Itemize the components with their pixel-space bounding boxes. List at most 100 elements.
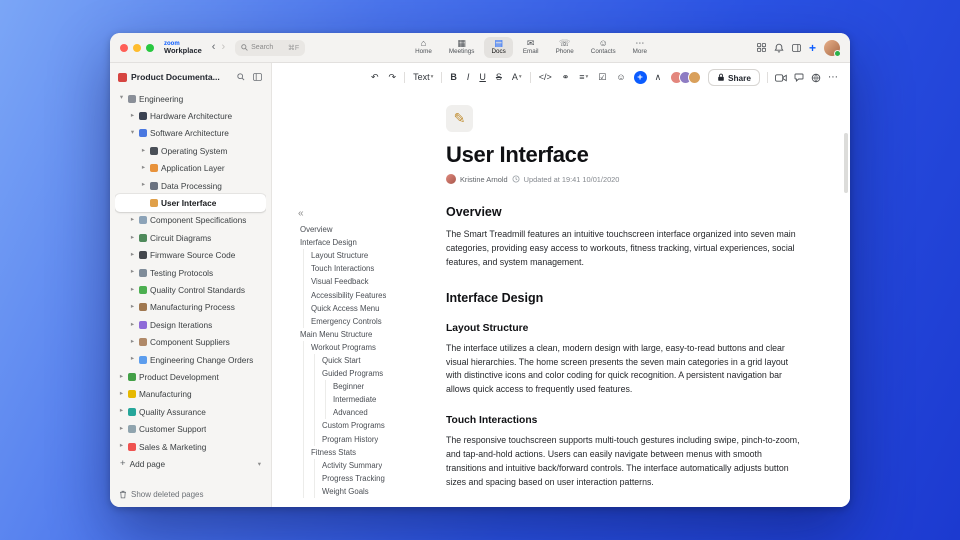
collapse-outline-icon[interactable]: « xyxy=(298,209,304,219)
sidebar-item-quality-control-standards[interactable]: ▸ Quality Control Standards xyxy=(115,281,266,298)
outline-item-accessibility-features[interactable]: Accessibility Features xyxy=(298,288,436,302)
chevron-right-icon[interactable]: ▸ xyxy=(129,112,136,120)
outline-item-main-menu-structure[interactable]: Main Menu Structure xyxy=(298,328,436,341)
side-panel-icon[interactable] xyxy=(792,43,801,52)
outline-item-beginner[interactable]: Beginner xyxy=(298,380,436,394)
chevron-right-icon[interactable]: ▸ xyxy=(140,147,147,155)
outline-item-fitness-stats[interactable]: Fitness Stats xyxy=(298,445,436,459)
outline-item-overview[interactable]: Overview xyxy=(298,223,436,236)
more-options-icon[interactable]: ⋯ xyxy=(828,72,838,83)
share-button[interactable]: Share xyxy=(707,69,760,86)
outline-item-guided-programs[interactable]: Guided Programs xyxy=(298,367,436,381)
sidebar-item-design-iterations[interactable]: ▸ Design Iterations xyxy=(115,316,266,333)
tab-meetings[interactable]: ▦ Meetings xyxy=(442,37,482,57)
chevron-down-icon[interactable]: ▾ xyxy=(129,130,136,137)
chevron-right-icon[interactable]: ▸ xyxy=(129,269,136,276)
outline-item-layout-structure[interactable]: Layout Structure xyxy=(298,249,436,263)
globe-icon[interactable] xyxy=(811,73,821,83)
insert-button[interactable]: + xyxy=(633,71,647,84)
underline-button[interactable]: U xyxy=(477,72,488,83)
sidebar-search-icon[interactable] xyxy=(235,71,247,83)
sidebar-item-manufacturing[interactable]: ▸ Manufacturing xyxy=(115,386,266,403)
sidebar-item-sales-marketing[interactable]: ▸ Sales & Marketing xyxy=(115,438,266,455)
bold-button[interactable]: B xyxy=(448,72,459,83)
outline-item-progress-tracking[interactable]: Progress Tracking xyxy=(298,471,436,485)
emoji-button[interactable]: ☺ xyxy=(614,72,627,83)
add-page-button[interactable]: + Add page ▾ xyxy=(115,455,266,472)
tab-docs[interactable]: ▤ Docs xyxy=(484,37,513,58)
sidebar-item-manufacturing-process[interactable]: ▸ Manufacturing Process xyxy=(115,299,266,316)
outline-item-advanced[interactable]: Advanced xyxy=(298,406,436,420)
chevron-right-icon[interactable]: ▸ xyxy=(129,304,136,311)
sidebar-item-component-specifications[interactable]: ▸ Component Specifications xyxy=(115,212,266,229)
tab-contacts[interactable]: ☺ Contacts xyxy=(584,37,623,57)
notifications-bell-icon[interactable] xyxy=(774,43,784,53)
undo-button[interactable]: ↶ xyxy=(369,72,381,83)
minimize-button[interactable] xyxy=(133,43,141,52)
maximize-button[interactable] xyxy=(146,43,154,52)
outline-item-quick-start[interactable]: Quick Start xyxy=(298,353,436,368)
sidebar-item-product-development[interactable]: ▸ Product Development xyxy=(115,368,266,385)
chevron-right-icon[interactable]: ▸ xyxy=(129,356,136,363)
search-input[interactable]: Search ⌘F xyxy=(235,39,306,56)
sidebar-item-software-architecture[interactable]: ▾ Software Architecture xyxy=(115,125,266,142)
outline-item-intermediate[interactable]: Intermediate xyxy=(298,393,436,407)
tab-more[interactable]: ⋯ More xyxy=(626,37,654,57)
tab-email[interactable]: ✉ Email xyxy=(516,37,546,57)
outline-item-weight-goals[interactable]: Weight Goals xyxy=(298,484,436,498)
video-icon[interactable] xyxy=(775,73,787,82)
sidebar-item-user-interface[interactable]: User Interface xyxy=(115,194,266,212)
forward-button[interactable]: › xyxy=(218,42,228,53)
sidebar-item-engineering-change-orders[interactable]: ▸ Engineering Change Orders xyxy=(115,351,266,368)
chevron-right-icon[interactable]: ▸ xyxy=(118,408,125,415)
chevron-right-icon[interactable]: ▸ xyxy=(118,425,125,433)
chevron-right-icon[interactable]: ▸ xyxy=(118,443,125,450)
collaborator-avatar[interactable] xyxy=(687,71,701,84)
chevron-right-icon[interactable]: ▸ xyxy=(129,251,136,259)
sidebar-item-operating-system[interactable]: ▸ Operating System xyxy=(115,142,266,159)
close-button[interactable] xyxy=(120,43,128,52)
tab-home[interactable]: ⌂ Home xyxy=(408,37,439,57)
chevron-right-icon[interactable]: ▸ xyxy=(129,234,136,242)
sidebar-item-data-processing[interactable]: ▸ Data Processing xyxy=(115,177,266,194)
comment-icon[interactable] xyxy=(794,73,804,82)
text-color-button[interactable]: A ▾ xyxy=(510,72,524,83)
back-button[interactable]: ‹ xyxy=(209,42,219,53)
user-avatar[interactable] xyxy=(824,39,841,57)
strikethrough-button[interactable]: S xyxy=(494,72,504,83)
apps-grid-icon[interactable] xyxy=(757,43,766,52)
chevron-right-icon[interactable]: ▸ xyxy=(140,182,147,189)
bullet-list-button[interactable]: ≡ ▾ xyxy=(577,72,590,83)
outline-item-workout-programs[interactable]: Workout Programs xyxy=(298,340,436,354)
page-emoji-icon[interactable]: ✎ xyxy=(446,105,473,132)
outline-item-program-history[interactable]: Program History xyxy=(298,432,436,446)
collapse-sidebar-icon[interactable] xyxy=(251,71,263,83)
sidebar-item-customer-support[interactable]: ▸ Customer Support xyxy=(115,420,266,437)
outline-item-interface-design[interactable]: Interface Design xyxy=(298,236,436,249)
checklist-button[interactable]: ☑ xyxy=(596,72,608,83)
collapse-toolbar-button[interactable]: ∧ xyxy=(653,72,664,83)
sidebar-item-testing-protocols[interactable]: ▸ Testing Protocols xyxy=(115,264,266,281)
italic-button[interactable]: I xyxy=(465,72,472,83)
chevron-right-icon[interactable]: ▸ xyxy=(129,321,136,329)
outline-item-emergency-controls[interactable]: Emergency Controls xyxy=(298,314,436,328)
new-plus-icon[interactable]: + xyxy=(809,42,816,54)
sidebar-item-quality-assurance[interactable]: ▸ Quality Assurance xyxy=(115,403,266,420)
chevron-right-icon[interactable]: ▸ xyxy=(118,373,125,381)
sidebar-item-circuit-diagrams[interactable]: ▸ Circuit Diagrams xyxy=(115,229,266,246)
workspace-header[interactable]: Product Documenta... xyxy=(115,67,266,90)
outline-item-quick-access-menu[interactable]: Quick Access Menu xyxy=(298,301,436,315)
show-deleted-pages-button[interactable]: Show deleted pages xyxy=(115,485,266,501)
chevron-right-icon[interactable]: ▸ xyxy=(129,217,136,224)
redo-button[interactable]: ↷ xyxy=(387,72,399,83)
outline-item-touch-interactions[interactable]: Touch Interactions xyxy=(298,262,436,276)
text-style-button[interactable]: Text ▾ xyxy=(411,72,435,83)
sidebar-item-application-layer[interactable]: ▸ Application Layer xyxy=(115,160,266,177)
sidebar-item-firmware-source-code[interactable]: ▸ Firmware Source Code xyxy=(115,247,266,264)
tab-phone[interactable]: ☏ Phone xyxy=(549,37,581,57)
sidebar-item-component-suppliers[interactable]: ▸ Component Suppliers xyxy=(115,333,266,350)
chevron-right-icon[interactable]: ▸ xyxy=(140,164,147,172)
link-button[interactable]: ⚭ xyxy=(560,72,572,83)
scrollbar-thumb[interactable] xyxy=(844,133,848,193)
chevron-down-icon[interactable]: ▾ xyxy=(258,460,261,468)
